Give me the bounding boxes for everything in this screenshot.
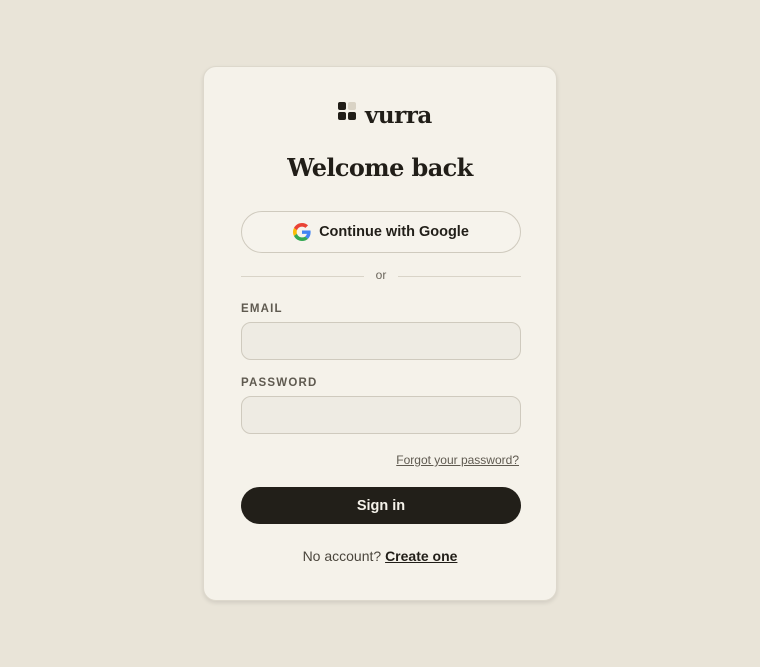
signup-prompt: No account? Create one <box>204 548 556 564</box>
brand-name: vurra <box>365 101 432 129</box>
brand-logo: vurra <box>338 101 432 129</box>
password-input[interactable] <box>241 396 521 434</box>
page-title: Welcome back <box>287 153 473 182</box>
password-label: PASSWORD <box>241 377 318 389</box>
sign-in-button[interactable]: Sign in <box>241 487 521 524</box>
google-button-label: Continue with Google <box>319 224 469 240</box>
email-label: EMAIL <box>241 303 283 315</box>
divider-text: or <box>375 268 387 282</box>
divider-line-right <box>398 276 521 277</box>
email-input[interactable] <box>241 322 521 360</box>
google-icon <box>293 223 311 241</box>
sign-in-button-label: Sign in <box>356 497 406 514</box>
or-divider: or <box>241 267 521 285</box>
continue-with-google-button[interactable]: Continue with Google <box>241 211 521 253</box>
no-account-text: No account? <box>302 548 382 564</box>
four-squares-logo-icon <box>338 102 356 120</box>
login-card: vurra Welcome back Continue with Google … <box>203 66 557 601</box>
forgot-password-link[interactable]: Forgot your password? <box>396 453 519 467</box>
create-account-link[interactable]: Create one <box>385 548 457 564</box>
